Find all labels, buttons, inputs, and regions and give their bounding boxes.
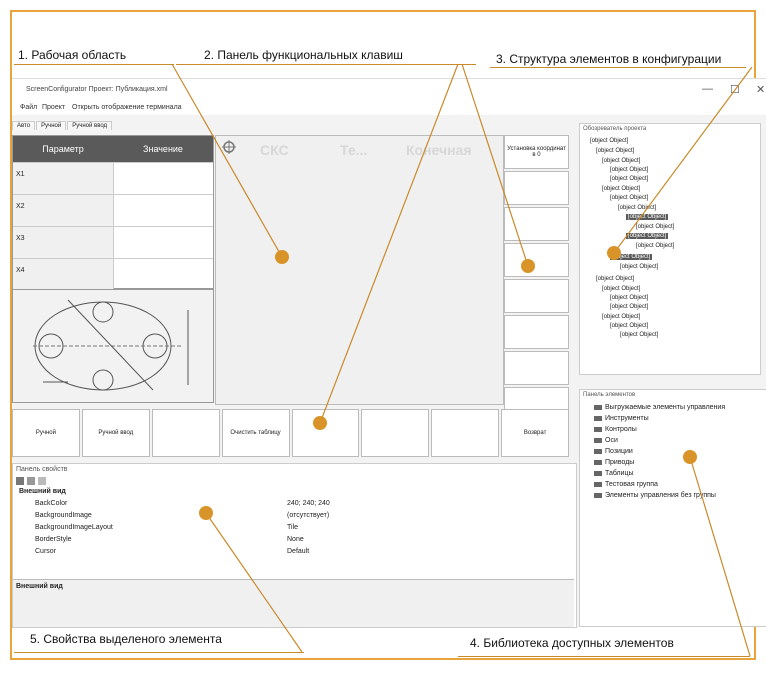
- marker-dot: [607, 246, 621, 260]
- marker-dot: [521, 259, 535, 273]
- leader-lines: [171, 63, 753, 657]
- marker-dot: [683, 450, 697, 464]
- marker-dot: [199, 506, 213, 520]
- marker-dot: [313, 416, 327, 430]
- marker-dot: [275, 250, 289, 264]
